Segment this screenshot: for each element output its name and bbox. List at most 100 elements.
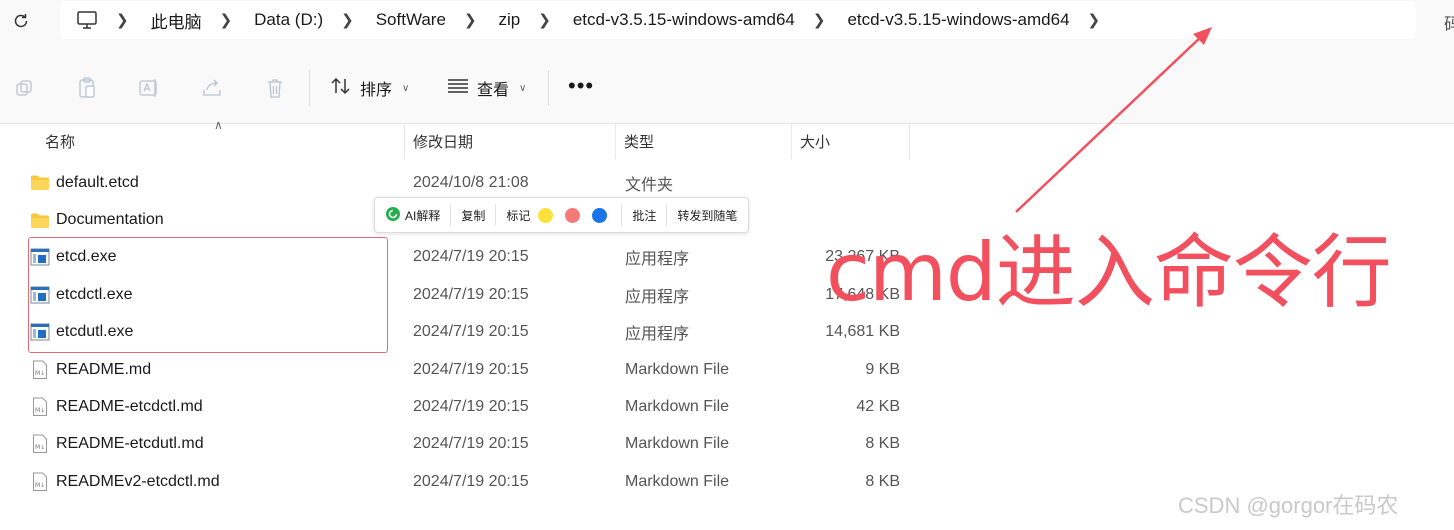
chevron-right-icon[interactable]: ❯ bbox=[538, 11, 551, 29]
annotation-text: cmd进入命令行 bbox=[826, 226, 1392, 319]
file-date: 2024/7/19 20:15 bbox=[413, 398, 529, 416]
file-name: Documentation bbox=[56, 211, 164, 229]
file-name-cell: M↓ README-etcdutl.md bbox=[30, 426, 204, 463]
file-row[interactable]: default.etcd 2024/10/8 21:08 文件夹 bbox=[0, 164, 1454, 201]
markdown-file-icon: M↓ bbox=[30, 360, 50, 380]
search-box-text[interactable]: 码 bbox=[1444, 10, 1454, 35]
sort-icon bbox=[330, 76, 352, 101]
column-type-label: 类型 bbox=[624, 134, 655, 151]
ai-explain-button[interactable]: AI解释 bbox=[375, 197, 450, 233]
file-date: 2024/7/19 20:15 bbox=[413, 323, 529, 341]
chevron-right-icon[interactable]: ❯ bbox=[220, 11, 233, 29]
column-divider[interactable] bbox=[909, 124, 910, 159]
breadcrumb-item[interactable]: etcd-v3.5.15-windows-amd64 bbox=[573, 10, 795, 30]
file-size: 8 KB bbox=[865, 472, 900, 490]
command-toolbar: 排序 ∨ 查看 ∨ ••• bbox=[0, 50, 1454, 124]
markdown-file-icon: M↓ bbox=[30, 472, 50, 492]
file-type: 应用程序 bbox=[625, 251, 690, 269]
ai-explain-label: AI解释 bbox=[405, 208, 441, 223]
comment-label: 批注 bbox=[632, 208, 657, 223]
rename-icon[interactable] bbox=[137, 76, 161, 100]
forward-to-notes-button[interactable]: 转发到随笔 bbox=[667, 197, 747, 233]
file-date: 2024/7/19 20:15 bbox=[413, 248, 529, 266]
red-color-dot[interactable] bbox=[565, 207, 581, 223]
toolbar-divider bbox=[548, 70, 549, 106]
breadcrumb-item[interactable]: SoftWare bbox=[376, 10, 446, 30]
file-name-cell: default.etcd bbox=[30, 164, 139, 201]
yellow-color-dot[interactable] bbox=[538, 207, 554, 223]
file-row[interactable]: M↓ README-etcdctl.md 2024/7/19 20:15 Markdo… bbox=[0, 388, 1454, 425]
copy-button[interactable]: 复制 bbox=[451, 197, 495, 233]
file-size: 9 KB bbox=[865, 360, 900, 378]
file-date: 2024/7/19 20:15 bbox=[413, 285, 529, 303]
column-header: ∧ 名称 修改日期 类型 大小 bbox=[0, 118, 1454, 159]
file-type: 文件夹 bbox=[625, 176, 674, 194]
file-date: 2024/10/8 21:08 bbox=[413, 173, 529, 191]
delete-icon[interactable] bbox=[263, 76, 287, 100]
column-type[interactable]: 类型 bbox=[616, 124, 791, 159]
chevron-right-icon[interactable]: ❯ bbox=[341, 11, 354, 29]
more-options-button[interactable]: ••• bbox=[568, 75, 594, 97]
file-type: Markdown File bbox=[625, 435, 730, 453]
chevron-down-icon: ∨ bbox=[402, 82, 410, 94]
breadcrumb-item[interactable]: zip bbox=[499, 10, 521, 30]
chevron-right-icon[interactable]: ❯ bbox=[116, 11, 129, 29]
address-box[interactable]: ❯ 此电脑 ❯ Data (D:) ❯ SoftWare ❯ zip ❯ etc… bbox=[60, 1, 1416, 39]
paste-icon[interactable] bbox=[75, 76, 99, 100]
file-name-cell: M↓ READMEv2-etcdctl.md bbox=[30, 463, 220, 500]
column-size-label: 大小 bbox=[800, 134, 831, 151]
copy-icon[interactable] bbox=[12, 76, 36, 100]
computer-icon[interactable] bbox=[60, 1, 114, 39]
file-name: READMEv2-etcdctl.md bbox=[56, 472, 220, 490]
breadcrumb: ❯ 此电脑 ❯ Data (D:) ❯ SoftWare ❯ zip ❯ etc… bbox=[114, 1, 1122, 39]
selection-popup-toolbar: AI解释 复制 标记 批注 转发到随笔 bbox=[374, 197, 749, 233]
sort-button[interactable]: 排序 ∨ bbox=[330, 74, 409, 102]
breadcrumb-item[interactable]: 此电脑 bbox=[151, 8, 202, 33]
copy-label: 复制 bbox=[461, 208, 486, 223]
comment-button[interactable]: 批注 bbox=[622, 197, 666, 233]
file-name-cell: M↓ README.md bbox=[30, 351, 151, 388]
markdown-file-icon: M↓ bbox=[30, 397, 50, 417]
ai-logo-icon bbox=[385, 206, 401, 225]
file-name-cell: Documentation bbox=[30, 201, 164, 238]
highlight-box bbox=[28, 237, 388, 353]
file-date: 2024/7/19 20:15 bbox=[413, 360, 529, 378]
mark-label: 标记 bbox=[506, 208, 531, 223]
view-button[interactable]: 查看 ∨ bbox=[447, 74, 526, 102]
file-row[interactable]: M↓ README.md 2024/7/19 20:15 Markdown File 9… bbox=[0, 351, 1454, 388]
column-date[interactable]: 修改日期 bbox=[405, 124, 615, 159]
file-name-cell: M↓ README-etcdctl.md bbox=[30, 388, 203, 425]
breadcrumb-item[interactable]: etcd-v3.5.15-windows-amd64 bbox=[847, 10, 1069, 30]
column-name[interactable]: 名称 bbox=[37, 124, 404, 159]
share-icon[interactable] bbox=[200, 76, 224, 100]
svg-text:M↓: M↓ bbox=[35, 482, 45, 489]
breadcrumb-item[interactable]: Data (D:) bbox=[254, 10, 323, 30]
file-type: Markdown File bbox=[625, 398, 730, 416]
svg-text:M↓: M↓ bbox=[35, 407, 45, 414]
file-type: Markdown File bbox=[625, 472, 730, 490]
file-date: 2024/7/19 20:15 bbox=[413, 472, 529, 490]
file-name: default.etcd bbox=[56, 173, 139, 191]
file-size: 8 KB bbox=[865, 435, 900, 453]
file-row[interactable]: M↓ README-etcdutl.md 2024/7/19 20:15 Markdo… bbox=[0, 426, 1454, 463]
blue-color-dot[interactable] bbox=[592, 207, 608, 223]
svg-text:M↓: M↓ bbox=[35, 444, 45, 451]
watermark: CSDN @gorgor在码农 bbox=[1178, 493, 1399, 518]
refresh-icon[interactable] bbox=[8, 8, 34, 34]
file-name: README.md bbox=[56, 360, 152, 378]
chevron-right-icon[interactable]: ❯ bbox=[1088, 11, 1101, 29]
forward-label: 转发到随笔 bbox=[677, 208, 738, 223]
chevron-right-icon[interactable]: ❯ bbox=[813, 11, 826, 29]
file-size: 42 KB bbox=[856, 398, 900, 416]
view-list-icon bbox=[447, 78, 469, 99]
file-type: 应用程序 bbox=[625, 288, 690, 306]
view-label: 查看 bbox=[477, 82, 510, 99]
file-size bbox=[780, 164, 900, 201]
mark-button[interactable]: 标记 bbox=[496, 197, 621, 233]
chevron-down-icon: ∨ bbox=[519, 82, 527, 94]
file-name: README-etcdutl.md bbox=[56, 435, 204, 453]
column-size[interactable]: 大小 bbox=[792, 124, 909, 159]
chevron-right-icon[interactable]: ❯ bbox=[464, 11, 477, 29]
markdown-file-icon: M↓ bbox=[30, 434, 50, 454]
toolbar-divider bbox=[309, 70, 310, 106]
